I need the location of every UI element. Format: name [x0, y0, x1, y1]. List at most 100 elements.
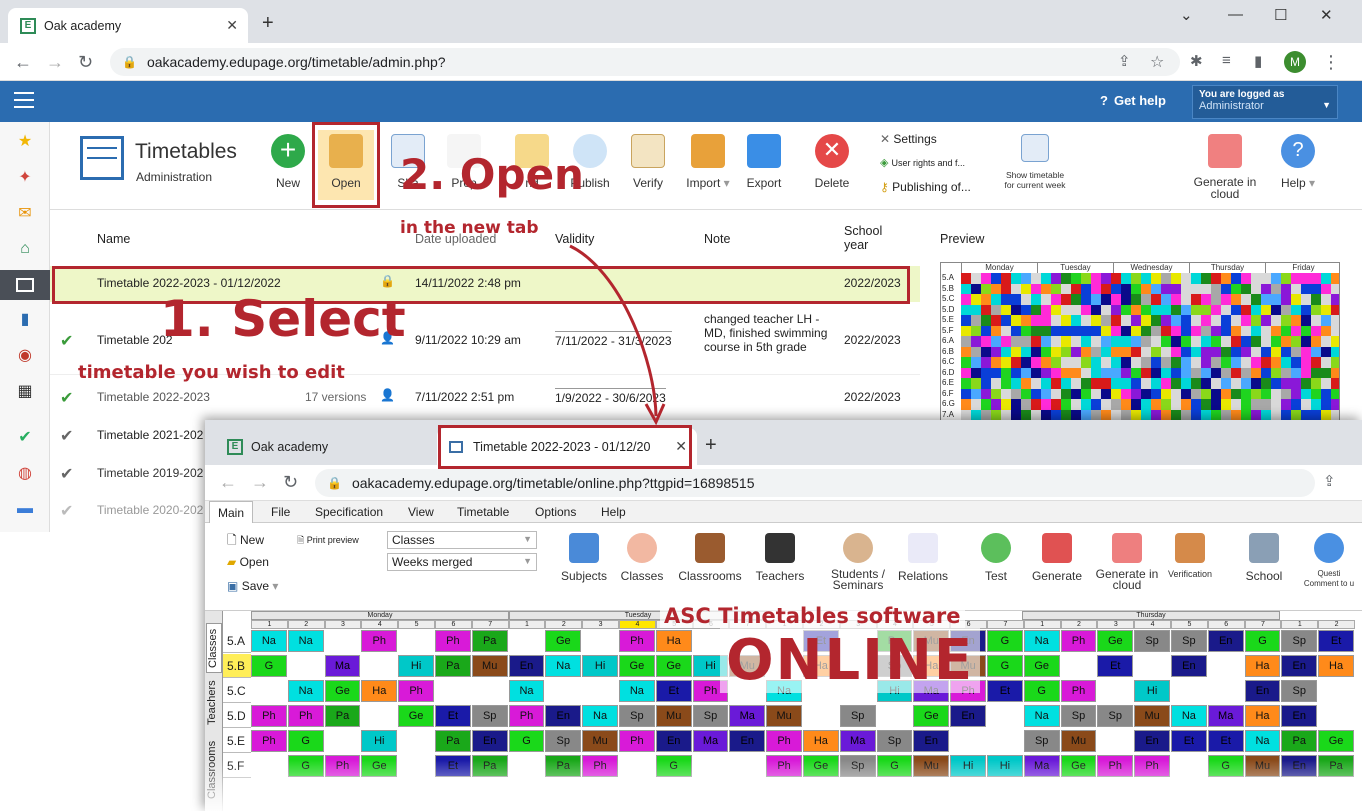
- lesson-card[interactable]: Ph: [287, 705, 324, 727]
- profile-avatar[interactable]: M: [1284, 51, 1306, 73]
- lesson-card[interactable]: G: [508, 730, 545, 752]
- lesson-card[interactable]: Ma: [692, 730, 729, 752]
- lesson-card[interactable]: Ph: [619, 730, 655, 752]
- lesson-card[interactable]: Na: [545, 655, 582, 677]
- verify-button[interactable]: Verify: [620, 130, 676, 200]
- generate-button[interactable]: Generate: [1022, 533, 1092, 583]
- relations-button[interactable]: Relations: [888, 533, 958, 583]
- lesson-card[interactable]: Et: [1207, 730, 1244, 752]
- menu-main[interactable]: Main: [209, 501, 254, 523]
- lesson-card[interactable]: Ha: [803, 730, 839, 752]
- lesson-card[interactable]: En: [1281, 655, 1318, 677]
- lesson-card[interactable]: Et: [1097, 655, 1134, 677]
- lesson-card[interactable]: Sp: [876, 730, 913, 752]
- lesson-card[interactable]: Na: [287, 630, 324, 652]
- new-file-button[interactable]: 🗋 New: [227, 531, 264, 552]
- get-help-link[interactable]: ? Get help: [1100, 93, 1166, 108]
- import-button[interactable]: Import ▾: [678, 130, 738, 200]
- class-row-label[interactable]: 5.B: [223, 654, 251, 678]
- lesson-card[interactable]: En: [950, 705, 986, 727]
- lesson-card[interactable]: Na: [251, 630, 287, 652]
- lesson-card[interactable]: Et: [655, 680, 692, 702]
- lesson-card[interactable]: Ge: [398, 705, 434, 727]
- publishing-link[interactable]: ⚷ Publishing of...: [880, 180, 971, 194]
- lesson-card[interactable]: En: [508, 655, 545, 677]
- lesson-card[interactable]: En: [913, 730, 950, 752]
- lesson-card[interactable]: Ph: [1060, 630, 1097, 652]
- show-timetable-button[interactable]: Show timetable for current week: [1000, 130, 1070, 200]
- lesson-card[interactable]: Ha: [1244, 705, 1281, 727]
- reload-icon[interactable]: ↻: [78, 52, 93, 73]
- lesson-card[interactable]: Sp: [839, 705, 876, 727]
- star-icon[interactable]: ★: [14, 130, 36, 152]
- lesson-card[interactable]: Ge: [324, 680, 361, 702]
- lesson-card[interactable]: En: [471, 730, 508, 752]
- person-icon[interactable]: ◉: [14, 344, 36, 366]
- lesson-card[interactable]: Mu: [471, 655, 508, 677]
- class-row-label[interactable]: 5.D: [223, 704, 251, 728]
- lesson-card[interactable]: Ma: [324, 655, 361, 677]
- lesson-card[interactable]: Hi: [398, 655, 434, 677]
- tab-search-icon[interactable]: ⌄: [1180, 6, 1193, 24]
- book-icon[interactable]: ▮: [14, 308, 36, 330]
- user-account-menu[interactable]: You are logged as Administrator ▼: [1192, 85, 1338, 119]
- lesson-card[interactable]: Ph: [251, 730, 287, 752]
- lesson-card[interactable]: Sp: [545, 730, 582, 752]
- home-icon[interactable]: ⌂: [14, 238, 36, 260]
- preview-thumbnail[interactable]: Monday Tuesday Wednesday Thursday Friday 5.A…: [940, 262, 1340, 422]
- lesson-card[interactable]: En: [1134, 730, 1170, 752]
- lesson-card[interactable]: Ma: [839, 730, 876, 752]
- lesson-card[interactable]: Na: [1244, 730, 1281, 752]
- calendar-icon[interactable]: ▦: [14, 380, 36, 402]
- lesson-card[interactable]: Sp: [619, 705, 655, 727]
- lesson-card[interactable]: G: [251, 655, 287, 677]
- lesson-card[interactable]: Mu: [1060, 730, 1097, 752]
- lesson-card[interactable]: Sp: [1023, 730, 1060, 752]
- lesson-card[interactable]: Et: [1171, 730, 1207, 752]
- extensions-icon[interactable]: ✱: [1190, 52, 1203, 70]
- browser-tab[interactable]: E Oak academy: [215, 428, 430, 465]
- lesson-card[interactable]: Ge: [913, 705, 950, 727]
- lesson-card[interactable]: Sp: [1097, 705, 1134, 727]
- lesson-card[interactable]: Ph: [619, 630, 655, 652]
- column-header-note[interactable]: Note: [704, 232, 730, 246]
- lesson-card[interactable]: Sp: [692, 705, 729, 727]
- lesson-card[interactable]: Pa: [435, 730, 471, 752]
- lesson-card[interactable]: Ge: [619, 655, 655, 677]
- menu-file[interactable]: File: [271, 505, 290, 519]
- open-file-button[interactable]: ▰ Open: [227, 555, 269, 569]
- lesson-card[interactable]: Ge: [1097, 630, 1134, 652]
- lesson-card[interactable]: En: [1244, 680, 1281, 702]
- lesson-card[interactable]: G: [287, 730, 324, 752]
- lesson-card[interactable]: Sp: [1134, 630, 1170, 652]
- lesson-card[interactable]: Sp: [471, 705, 508, 727]
- lesson-card[interactable]: Pa: [435, 655, 471, 677]
- magic-wand-icon[interactable]: ✦: [14, 166, 36, 188]
- column-header-school-year[interactable]: School year: [844, 224, 894, 252]
- lesson-card[interactable]: Et: [435, 705, 471, 727]
- school-button[interactable]: School: [1229, 533, 1299, 583]
- lesson-card[interactable]: Sp: [1171, 630, 1207, 652]
- lesson-card[interactable]: Mu: [655, 705, 692, 727]
- questions-button[interactable]: Questi Comment to u: [1299, 533, 1359, 589]
- side-panel-icon[interactable]: ▮: [1254, 52, 1262, 70]
- close-window-icon[interactable]: ✕: [1320, 6, 1333, 24]
- menu-dots-icon[interactable]: ⋮: [1322, 52, 1340, 73]
- menu-timetable[interactable]: Timetable: [457, 505, 509, 519]
- lesson-card[interactable]: Hi: [361, 730, 398, 752]
- forward-icon[interactable]: →: [251, 472, 269, 493]
- export-button[interactable]: Export: [736, 130, 792, 200]
- lesson-card[interactable]: Ma: [729, 705, 766, 727]
- back-icon[interactable]: ←: [219, 472, 237, 493]
- hamburger-menu-icon[interactable]: [14, 92, 34, 108]
- verification-button[interactable]: Verification: [1155, 533, 1225, 579]
- new-button[interactable]: + New: [260, 130, 316, 200]
- students-button[interactable]: Students / Seminars: [823, 533, 893, 591]
- save-file-button[interactable]: ▣ Save ▾: [227, 579, 278, 593]
- lesson-card[interactable]: Ge: [1318, 730, 1354, 752]
- lesson-card[interactable]: Hi: [1134, 680, 1170, 702]
- lesson-card[interactable]: G: [987, 655, 1023, 677]
- settings-link[interactable]: ✕ Settings: [880, 132, 937, 146]
- lesson-card[interactable]: Ha: [655, 630, 692, 652]
- lesson-card[interactable]: En: [1171, 655, 1207, 677]
